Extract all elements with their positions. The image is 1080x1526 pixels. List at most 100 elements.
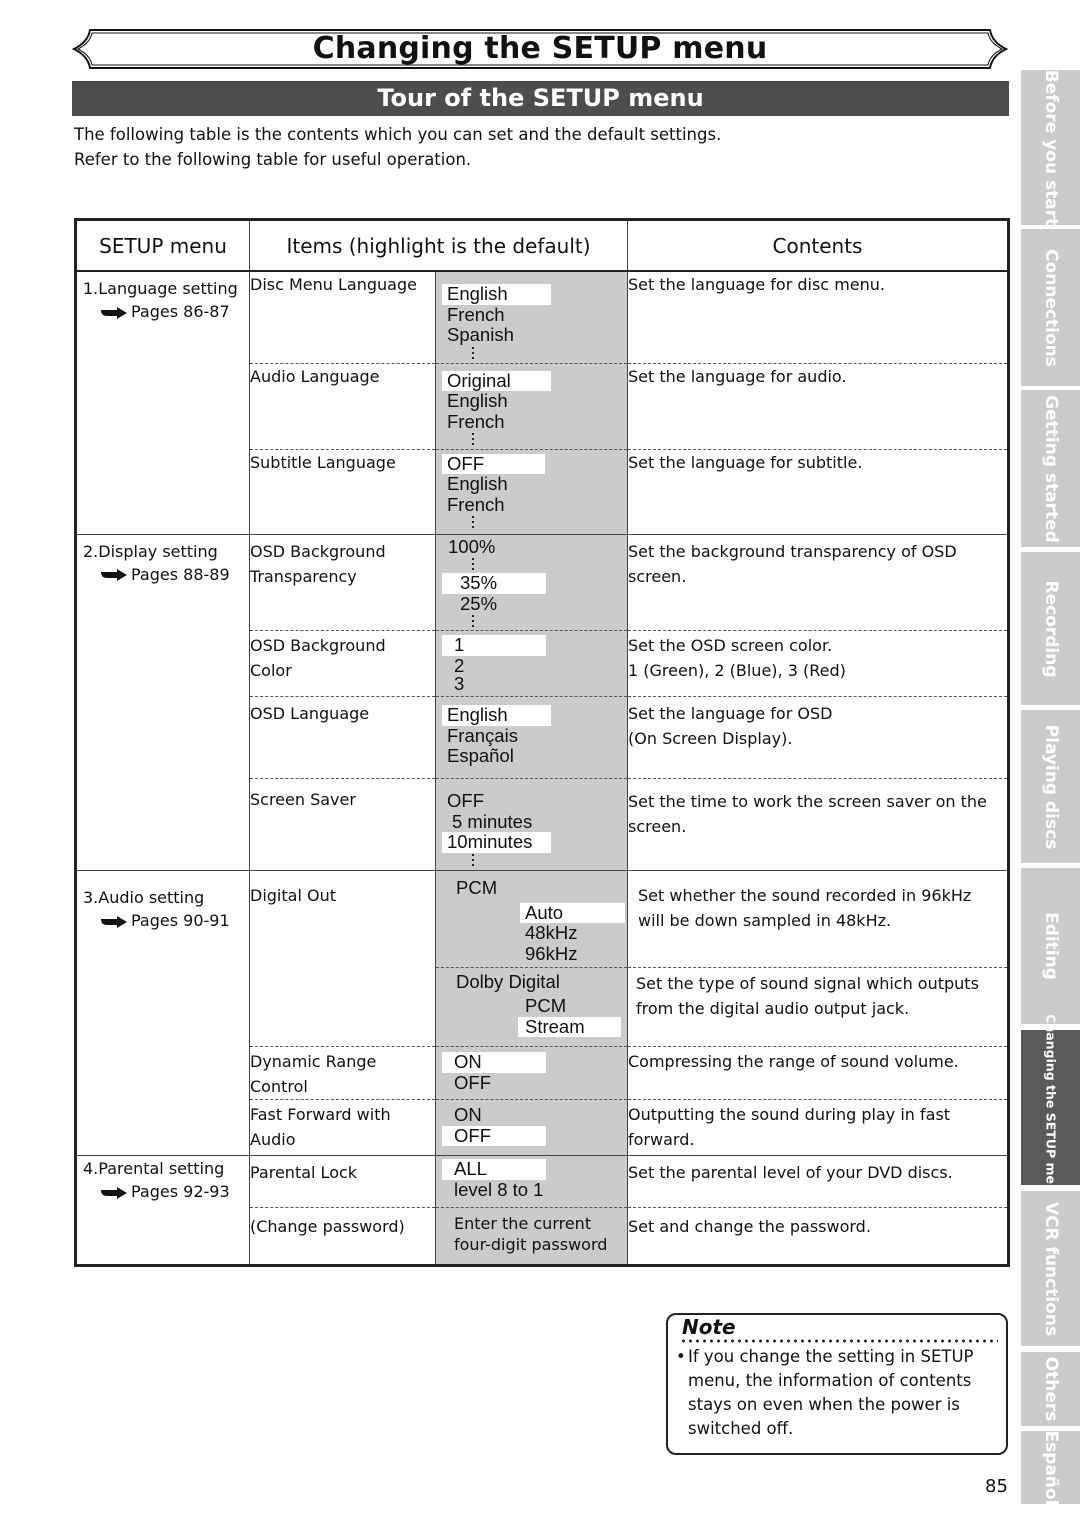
more-options-icon [442, 614, 627, 630]
options-dolby-digital: Dolby Digital PCM Stream [436, 967, 627, 1045]
option-default: 10minutes [442, 831, 551, 853]
item-osd-transparency: OSD Background Transparency [249, 533, 436, 631]
option: Français [447, 724, 518, 746]
group-language-setting: 1.Language setting Pages 86-87 [75, 270, 250, 534]
setup-menu-table: SETUP menu Items (highlight is the defau… [74, 218, 1010, 1267]
page-number: 85 [985, 1476, 1008, 1497]
option: 3 [454, 672, 465, 694]
tab-espanol[interactable]: Español [1021, 1430, 1080, 1505]
item-dynamic-range: Dynamic Range Control [249, 1046, 436, 1100]
item-label: OSD Background [250, 541, 386, 561]
option: 5 minutes [452, 810, 533, 832]
options-disc-menu-language: English French Spanish [435, 270, 628, 363]
option: ON [454, 1104, 482, 1125]
tab-others[interactable]: Others [1021, 1352, 1080, 1426]
desc-disc-menu-language: Set the language for disc menu. [627, 270, 1009, 363]
header-items: Items (highlight is the default) [249, 219, 628, 272]
desc-osd-transparency: Set the background transparency of OSD s… [627, 533, 1009, 631]
table-row: 3.Audio setting Pages 90-91 Digital Out … [75, 870, 1009, 1156]
option: 25% [460, 592, 498, 614]
item-label: OSD Background [250, 636, 386, 655]
item-osd-language: OSD Language [249, 696, 436, 779]
item-disc-menu-language: Disc Menu Language [249, 270, 436, 363]
desc-osd-color: Set the OSD screen color. 1 (Green), 2 (… [627, 630, 1009, 697]
options-osd-color: 1 2 3 [435, 630, 628, 697]
option-default: OFF [442, 1125, 546, 1146]
option: OFF [447, 790, 484, 811]
section-heading: Tour of the SETUP menu [72, 81, 1009, 116]
intro-line-2: Refer to the following table for useful … [74, 150, 472, 169]
group-name: 2.Display setting [83, 541, 218, 561]
option: 96kHz [525, 942, 578, 964]
desc-parental-lock: Set the parental level of your DVD discs… [627, 1155, 1009, 1208]
options-pcm: PCM Auto 48kHz 96kHz [436, 871, 627, 967]
item-change-password: (Change password) [249, 1207, 436, 1266]
item-label: Color [250, 661, 292, 680]
option: French [447, 410, 505, 432]
pages-link[interactable]: Pages 92-93 [131, 1182, 230, 1201]
tab-vcr-functions[interactable]: VCR functions [1021, 1191, 1080, 1346]
tab-connections[interactable]: Connections [1021, 229, 1080, 386]
tab-getting-started[interactable]: Getting started [1021, 390, 1080, 547]
note-box: Note • If you change the setting in SETU… [666, 1313, 1008, 1455]
note-text: • If you change the setting in SETUP men… [676, 1345, 1000, 1441]
item-label: Audio [250, 1130, 296, 1149]
item-label: Transparency [250, 566, 357, 586]
option-default: 1 [442, 634, 546, 656]
option-default: English [442, 283, 551, 305]
group-parental-setting: 4.Parental setting Pages 92-93 [75, 1155, 250, 1266]
item-label: Dynamic Range [250, 1052, 377, 1071]
header-setup-menu: SETUP menu [75, 219, 250, 272]
item-subtitle-language: Subtitle Language [249, 448, 436, 534]
tab-playing-discs[interactable]: Playing discs [1021, 710, 1080, 863]
more-options-icon [442, 432, 627, 448]
options-screen-saver: OFF 5 minutes 10minutes [435, 778, 628, 871]
option: French [447, 493, 505, 515]
pages-link[interactable]: Pages 90-91 [131, 911, 230, 930]
options-ff-audio: ON OFF [435, 1099, 628, 1156]
options-subtitle-language: OFF English French [435, 448, 628, 534]
options-change-password: Enter the current four-digit password [435, 1207, 628, 1266]
page-reference[interactable]: Pages 90-91 [83, 909, 249, 933]
item-audio-language: Audio Language [249, 362, 436, 449]
desc-digital-out: Set whether the sound recorded in 96kHz … [627, 870, 1009, 1047]
item-screen-saver: Screen Saver [249, 778, 436, 871]
arrow-right-icon [101, 569, 127, 581]
page-reference[interactable]: Pages 92-93 [83, 1180, 249, 1204]
pages-link[interactable]: Pages 86-87 [131, 302, 230, 321]
page-title: Changing the SETUP menu [312, 31, 768, 66]
arrow-right-icon [101, 915, 127, 928]
item-label: Control [250, 1077, 308, 1096]
option-default: OFF [442, 453, 545, 474]
page-reference[interactable]: Pages 86-87 [83, 300, 249, 324]
desc-dolby-digital: Set the type of sound signal which outpu… [628, 967, 1007, 1045]
note-body: If you change the setting in SETUP menu,… [688, 1347, 974, 1438]
table-row: 4.Parental setting Pages 92-93 Parental … [75, 1155, 1009, 1266]
item-label: Fast Forward with [250, 1105, 391, 1124]
more-options-icon [442, 853, 627, 869]
desc-ff-audio: Outputting the sound during play in fast… [627, 1099, 1009, 1156]
desc-pcm: Set whether the sound recorded in 96kHz … [638, 886, 972, 930]
desc-change-password: Set and change the password. [627, 1207, 1009, 1266]
intro-line-1: The following table is the contents whic… [74, 125, 722, 144]
option-default: Stream [518, 1016, 621, 1037]
tab-editing[interactable]: Editing [1021, 868, 1080, 1024]
option: French [447, 303, 505, 325]
option-default: English [442, 704, 551, 726]
desc-line: Set the language for OSD [628, 704, 833, 723]
tab-before-you-start[interactable]: Before you start [1021, 69, 1080, 226]
tab-changing-setup-menu[interactable]: Changing the SETUP menu [1021, 1014, 1080, 1201]
item-digital-out: Digital Out [249, 870, 436, 1047]
option-text: four-digit password [454, 1235, 608, 1254]
more-options-icon [442, 557, 627, 573]
pages-link[interactable]: Pages 88-89 [131, 565, 230, 584]
options-audio-language: Original English French [435, 362, 628, 449]
option: level 8 to 1 [454, 1178, 544, 1200]
intro-text: The following table is the contents whic… [74, 122, 721, 172]
tab-recording[interactable]: Recording [1021, 552, 1080, 705]
options-osd-language: English Français Español [435, 696, 628, 779]
options-osd-transparency: 100% 35% 25% [435, 533, 628, 631]
page-reference[interactable]: Pages 88-89 [83, 563, 249, 587]
options-dynamic-range: ON OFF [435, 1046, 628, 1100]
option-text: Enter the current [454, 1214, 592, 1233]
